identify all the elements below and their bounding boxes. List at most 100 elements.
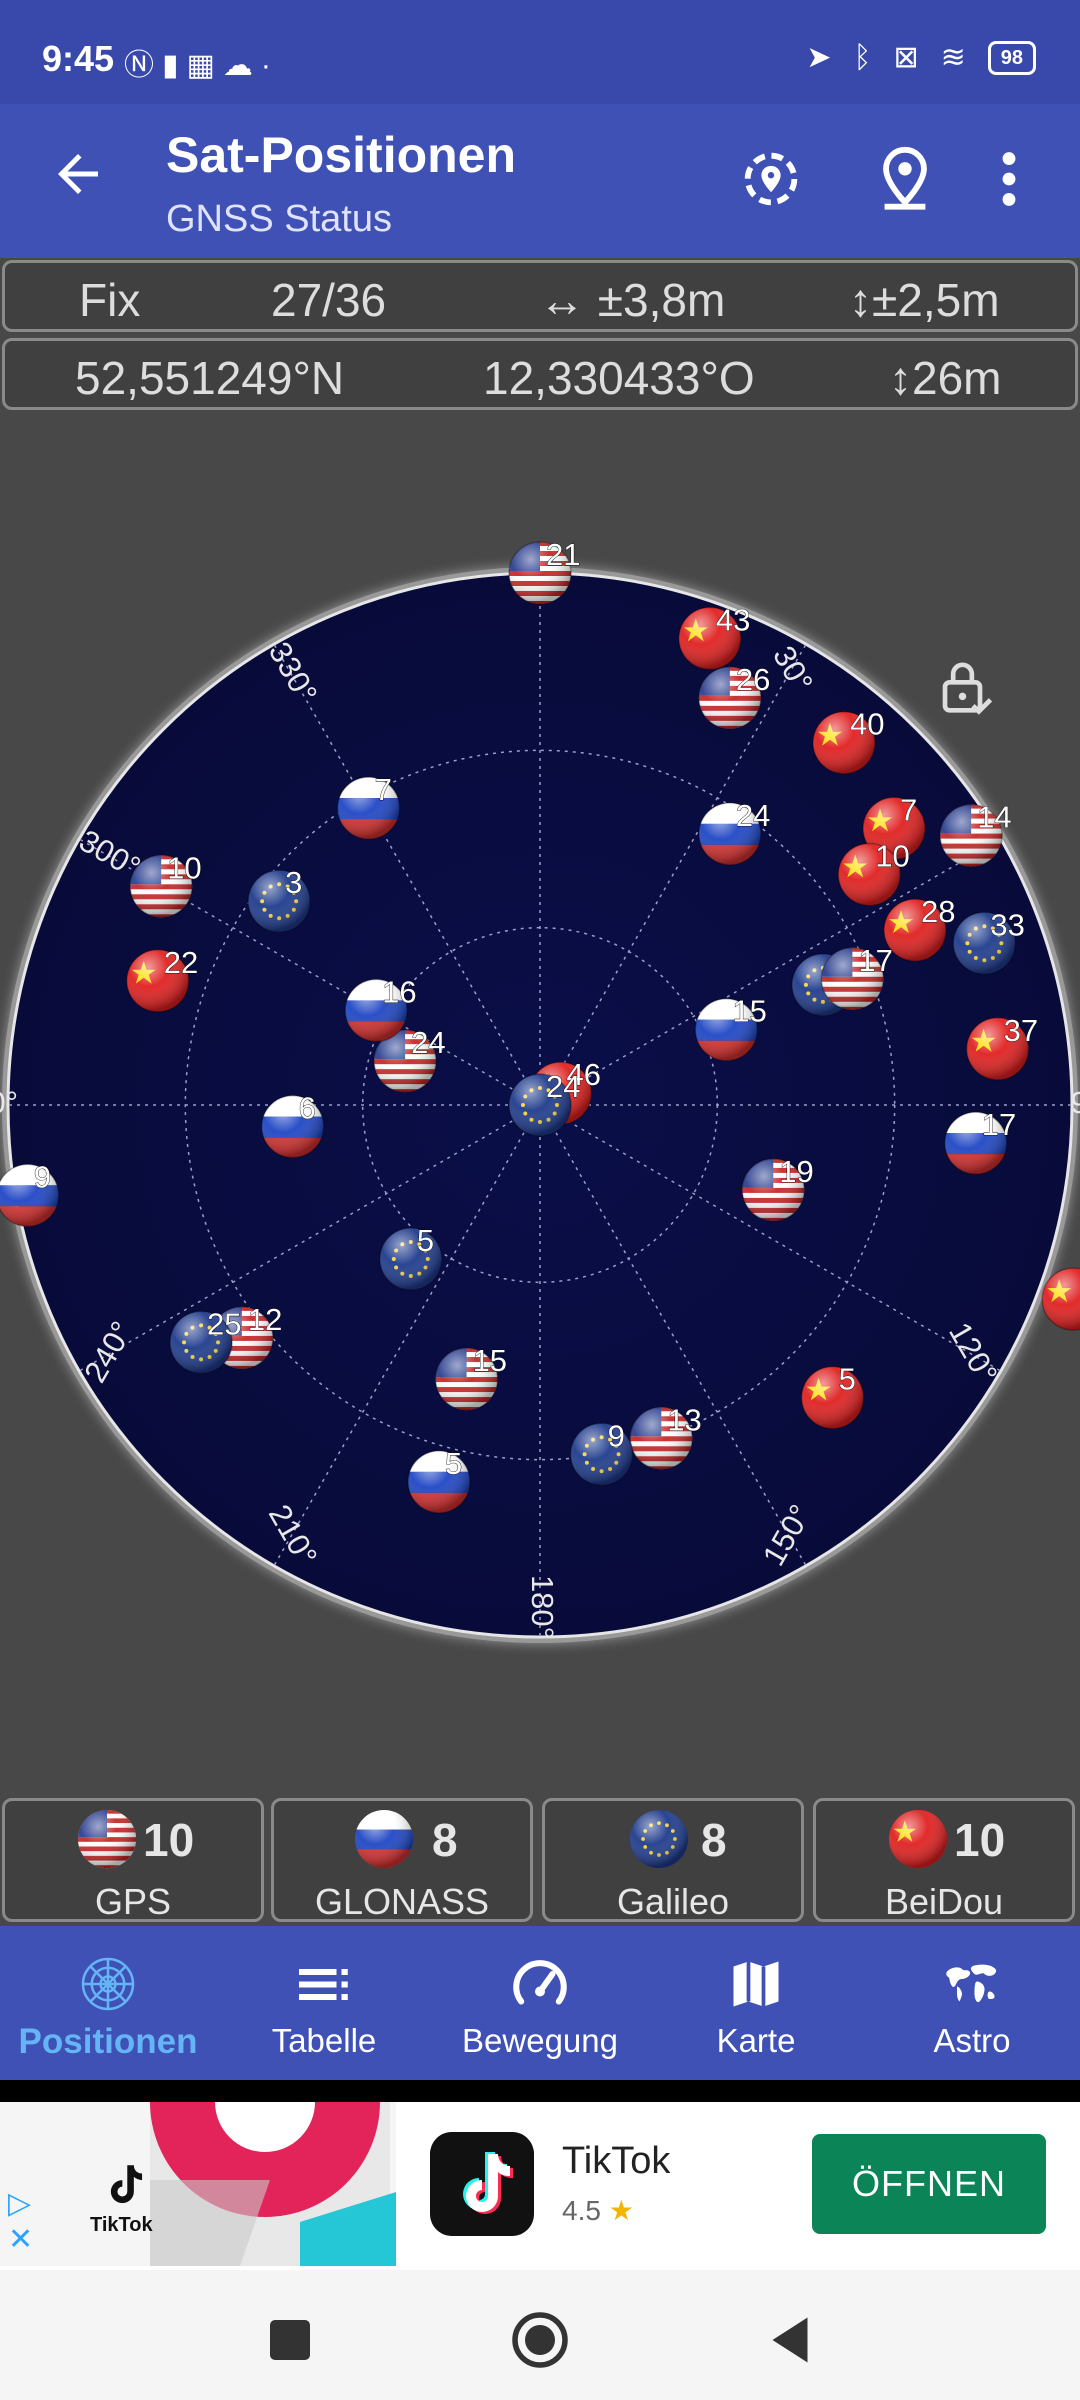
eu-flag-icon <box>629 1809 689 1869</box>
dot-icon: · <box>260 49 279 82</box>
system-navigation-bar <box>0 2270 1080 2400</box>
latitude: 52,551249°N <box>75 352 345 404</box>
nav-astro[interactable]: Astro <box>864 1926 1080 2080</box>
satellite-prn: 7 <box>375 772 392 807</box>
satellite-prn: 43 <box>716 602 750 637</box>
speedometer-icon <box>513 1960 567 2005</box>
lock-rotation-icon[interactable] <box>938 656 994 718</box>
nav-label-bewegung: Bewegung <box>462 2022 618 2059</box>
satellite-prn: 24 <box>736 798 770 833</box>
satellite-prn: 37 <box>1004 1013 1038 1048</box>
fix-info-row: Fix 27/36 ↔ ±3,8m ↕±2,5m <box>2 260 1078 332</box>
horizontal-accuracy: ↔ ±3,8m <box>539 274 726 326</box>
nav-label-astro: Astro <box>933 2022 1011 2059</box>
longitude: 12,330433°O <box>483 352 755 404</box>
ad-banner[interactable]: TikTok ▷ ✕ TikTok 4.5 ★ ÖFFNEN <box>0 2102 1080 2270</box>
my-location-button[interactable] <box>736 144 806 214</box>
satellite-prn: 40 <box>850 707 884 742</box>
satellite-prn: 17 <box>982 1107 1016 1142</box>
azimuth-label-d270: 270° <box>0 1085 18 1120</box>
constellation-gps[interactable]: 10 GPS <box>2 1798 264 1922</box>
satellite-prn: 3 <box>285 865 302 900</box>
recents-button-icon[interactable] <box>260 2310 320 2370</box>
ad-image[interactable]: TikTok <box>0 2102 396 2266</box>
ad-choices-icon[interactable]: ▷ ✕ <box>8 2186 33 2258</box>
ad-rating: 4.5 ★ <box>562 2194 634 2227</box>
system-icons: ➤ ᛒ ⊠ ≋ 98 <box>806 40 1036 75</box>
page-title: Sat-Positionen <box>166 127 517 183</box>
battery-icon: 98 <box>987 40 1036 75</box>
map-icon <box>733 1961 779 2007</box>
satellite-prn: 10 <box>167 850 201 885</box>
status-bar: 9:45 Ⓝ▮▦☁· ➤ ᛒ ⊠ ≋ 98 <box>0 0 1080 104</box>
satellite-prn: 17 <box>858 943 892 978</box>
satellite-prn: 28 <box>921 894 955 929</box>
satellite-prn: 5 <box>445 1446 462 1481</box>
altitude: ↕26m <box>889 352 1002 404</box>
beidou-count: 10 <box>954 1814 1006 1866</box>
satellite-prn: 15 <box>473 1343 507 1378</box>
list-icon <box>299 1969 348 2000</box>
more-options-icon[interactable] <box>982 144 1036 214</box>
vertical-accuracy: ↕±2,5m <box>849 274 1000 326</box>
satellite-prn: 24 <box>411 1025 445 1060</box>
satellite-prn: 10 <box>875 838 909 873</box>
satellite-prn: 15 <box>732 994 766 1029</box>
satellite-prn: 33 <box>990 907 1024 942</box>
satellite-prn: 5 <box>839 1362 856 1397</box>
satellite-prn: 14 <box>977 800 1011 835</box>
beidou-label: BeiDou <box>884 1881 1004 1922</box>
location-arrow-icon: ➤ <box>806 41 832 74</box>
satellite-prn: 21 <box>546 537 580 572</box>
ad-open-button[interactable]: ÖFFNEN <box>812 2134 1046 2234</box>
apps-icon: ▦ <box>186 49 223 82</box>
nav-bewegung[interactable]: Bewegung <box>432 1926 648 2080</box>
page-subtitle: GNSS Status <box>166 198 392 240</box>
constellation-summary: 10 GPS 8 GLONASS 8 Galileo 10 BeiDou <box>0 1798 1080 1926</box>
nav-label-positionen: Positionen <box>18 2022 198 2061</box>
gps-count: 10 <box>143 1814 195 1866</box>
sky-plot-area: N30°90°120°150°180°210°240°270°300°330° … <box>0 420 1080 1790</box>
satellite-prn: 9 <box>34 1159 51 1194</box>
satellite-prn: 26 <box>736 662 770 697</box>
russia-flag-icon <box>354 1809 414 1869</box>
home-button-icon[interactable] <box>510 2310 570 2370</box>
satellite-prn: 6 <box>299 1091 316 1126</box>
satellite-prn: 7 <box>900 792 917 827</box>
constellation-galileo[interactable]: 8 Galileo <box>542 1798 804 1922</box>
satellite-prn: 9 <box>608 1418 625 1453</box>
constellation-glonass[interactable]: 8 GLONASS <box>271 1798 533 1922</box>
constellation-beidou[interactable]: 10 BeiDou <box>813 1798 1075 1922</box>
ad-image-text: TikTok <box>90 2214 153 2236</box>
mute-icon: ⊠ <box>893 41 919 74</box>
nfc-icon: Ⓝ <box>124 49 162 82</box>
galileo-count: 8 <box>701 1814 727 1866</box>
nav-positionen[interactable]: Positionen <box>0 1926 216 2080</box>
china-flag-icon <box>888 1809 948 1869</box>
back-button-icon[interactable] <box>760 2310 820 2370</box>
sky-plot[interactable]: N30°90°120°150°180°210°240°270°300°330° … <box>0 420 1080 1790</box>
cloud-icon: ☁ <box>222 49 261 82</box>
satellite-prn: 25 <box>207 1306 241 1341</box>
back-arrow-icon[interactable] <box>48 144 108 204</box>
nav-tabelle[interactable]: Tabelle <box>216 1926 432 2080</box>
satellite-prn: 24 <box>546 1069 580 1104</box>
satellite-prn: 19 <box>779 1154 813 1189</box>
tiktok-app-icon <box>430 2132 534 2236</box>
ad-rating-value: 4.5 <box>562 2195 601 2226</box>
sim-icon: ▮ <box>162 49 187 82</box>
satellite-prn: 5 <box>417 1223 434 1258</box>
location-pin-button[interactable] <box>870 144 940 214</box>
azimuth-label-d90: 90° <box>1071 1085 1080 1120</box>
world-icon <box>946 1964 997 2003</box>
glonass-label: GLONASS <box>314 1881 490 1922</box>
us-flag-icon <box>77 1809 137 1869</box>
satellite-count: 27/36 <box>271 274 387 326</box>
satellite-prn: 22 <box>164 945 198 980</box>
nav-karte[interactable]: Karte <box>648 1926 864 2080</box>
status-time: 9:45 <box>42 38 115 79</box>
wifi-icon: ≋ <box>940 41 966 74</box>
notification-icons: Ⓝ▮▦☁· <box>124 40 279 84</box>
ad-graphic <box>0 2102 396 2266</box>
ad-app-name: TikTok <box>562 2140 671 2182</box>
